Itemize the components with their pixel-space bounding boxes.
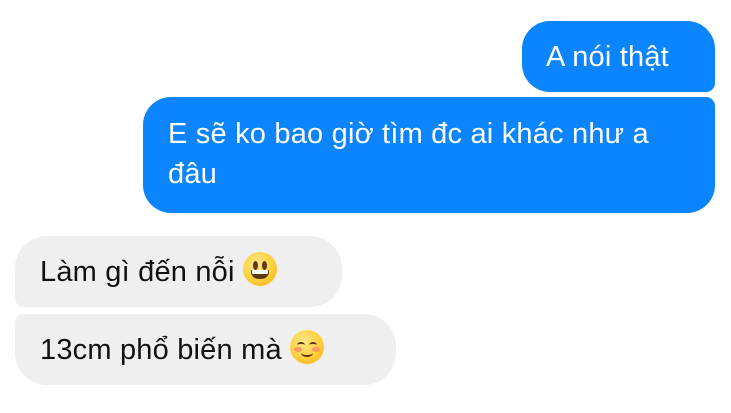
outgoing-message-bubble[interactable]: A nói thật [522, 21, 715, 92]
message-text: 13cm phổ biến mà [40, 334, 282, 366]
incoming-message-bubble[interactable]: Làm gì đến nỗi [15, 236, 342, 307]
message-text: A nói thật [546, 41, 669, 73]
message-text: Làm gì đến nỗi [40, 256, 235, 288]
incoming-message-bubble[interactable]: 13cm phổ biến mà [15, 314, 396, 385]
smiling-face-icon [289, 330, 324, 364]
grinning-face-icon [242, 252, 277, 286]
outgoing-message-bubble[interactable]: E sẽ ko bao giờ tìm đc ai khác như a đâu [143, 97, 715, 213]
message-text: E sẽ ko bao giờ tìm đc ai khác như a đâu [168, 118, 649, 190]
